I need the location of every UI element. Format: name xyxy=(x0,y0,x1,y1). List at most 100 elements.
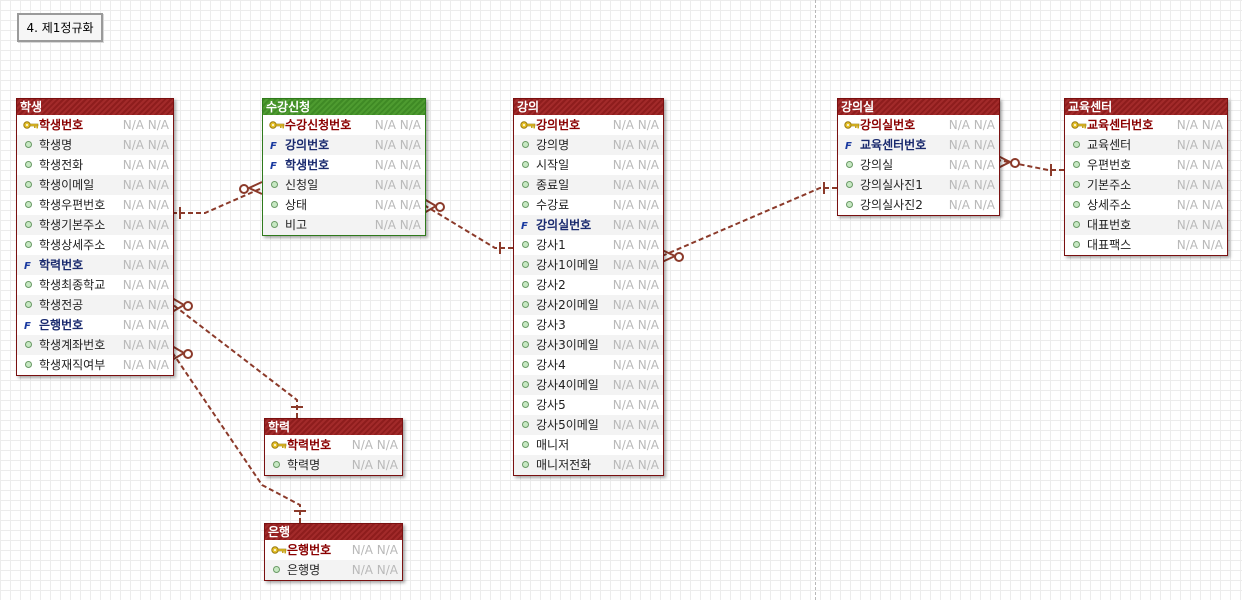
attribute-row[interactable]: 은행명 N/A N/A xyxy=(265,560,402,580)
attribute-row[interactable]: 수강신청번호 N/A N/A xyxy=(263,115,425,135)
attribute-row[interactable]: 학력명 N/A N/A xyxy=(265,455,402,475)
attribute-row[interactable]: 매니저 N/A N/A xyxy=(514,435,663,455)
entity-header[interactable]: 수강신청 xyxy=(263,99,425,115)
attribute-row[interactable]: 강사5 N/A N/A xyxy=(514,395,663,415)
attribute-row[interactable]: 학생전공 N/A N/A xyxy=(17,295,173,315)
relationship-line xyxy=(661,187,837,257)
attribute-row[interactable]: 강의명 N/A N/A xyxy=(514,135,663,155)
attribute-name: 은행명 xyxy=(287,563,321,577)
attribute-row[interactable]: 강사4이메일 N/A N/A xyxy=(514,375,663,395)
attribute-row[interactable]: 학생상세주소 N/A N/A xyxy=(17,235,173,255)
attribute-row[interactable]: 강사2 N/A N/A xyxy=(514,275,663,295)
attribute-type: N/A N/A xyxy=(612,418,659,432)
entity-header[interactable]: 은행 xyxy=(265,524,402,540)
attribute-row[interactable]: 매니저전화 N/A N/A xyxy=(514,455,663,475)
attribute-row[interactable]: 강사4 N/A N/A xyxy=(514,355,663,375)
attribute-row[interactable]: 강의실 N/A N/A xyxy=(838,155,999,175)
entity-education[interactable]: 학력 학력번호 N/A N/A 학력명 N/A N/A xyxy=(264,418,403,476)
attribute-dot-icon xyxy=(520,415,534,435)
attribute-row[interactable]: 학생번호 N/A N/A xyxy=(17,115,173,135)
attribute-row[interactable]: 상세주소 N/A N/A xyxy=(1065,195,1227,215)
attribute-dot-icon xyxy=(520,155,534,175)
attribute-name: 학생번호 xyxy=(285,158,330,172)
attribute-row[interactable]: 상태 N/A N/A xyxy=(263,195,425,215)
attribute-dot-icon xyxy=(269,195,283,215)
attribute-row[interactable]: 대표팩스 N/A N/A xyxy=(1065,235,1227,255)
attribute-row[interactable]: 강사3 N/A N/A xyxy=(514,315,663,335)
entity-bank[interactable]: 은행 은행번호 N/A N/A 은행명 N/A N/A xyxy=(264,523,403,581)
attribute-name: 은행번호 xyxy=(287,543,332,557)
attribute-type: N/A N/A xyxy=(1176,158,1223,172)
attribute-name: 기본주소 xyxy=(1087,178,1132,192)
attribute-name: 강사4이메일 xyxy=(536,378,599,392)
entity-header[interactable]: 학력 xyxy=(265,419,402,435)
attribute-row[interactable]: 기본주소 N/A N/A xyxy=(1065,175,1227,195)
attribute-row[interactable]: 강사1 N/A N/A xyxy=(514,235,663,255)
attribute-name: 학생최종학교 xyxy=(39,278,106,292)
attribute-row[interactable]: 은행번호 N/A N/A xyxy=(265,540,402,560)
attribute-row[interactable]: 강사3이메일 N/A N/A xyxy=(514,335,663,355)
entity-enrollment[interactable]: 수강신청 수강신청번호 N/A N/A F 강의번호 N/A N/A F 학생번호 N/A N/… xyxy=(262,98,426,236)
attribute-row[interactable]: 강의실사진1 N/A N/A xyxy=(838,175,999,195)
attribute-row[interactable]: 학생우편번호 N/A N/A xyxy=(17,195,173,215)
attribute-row[interactable]: 학생계좌번호 N/A N/A xyxy=(17,335,173,355)
attribute-dot-icon xyxy=(520,355,534,375)
attribute-row[interactable]: 학생전화 N/A N/A xyxy=(17,155,173,175)
attribute-dot-icon xyxy=(269,215,283,235)
attribute-name: 학력명 xyxy=(287,458,321,472)
attribute-row[interactable]: 학력번호 N/A N/A xyxy=(265,435,402,455)
attribute-dot-icon xyxy=(520,455,534,475)
attribute-row[interactable]: 강사1이메일 N/A N/A xyxy=(514,255,663,275)
attribute-row[interactable]: 종료일 N/A N/A xyxy=(514,175,663,195)
attribute-dot-icon xyxy=(520,235,534,255)
attribute-name: 강의번호 xyxy=(285,138,330,152)
entity-student[interactable]: 학생 학생번호 N/A N/A 학생명 N/A N/A 학생전화 N/A N/A 학생이메일 N… xyxy=(16,98,174,376)
attribute-row[interactable]: 학생기본주소 N/A N/A xyxy=(17,215,173,235)
attribute-name: 학생번호 xyxy=(39,118,84,132)
attribute-type: N/A N/A xyxy=(612,118,659,132)
attribute-dot-icon xyxy=(269,175,283,195)
attribute-row[interactable]: 시작일 N/A N/A xyxy=(514,155,663,175)
zero-marker xyxy=(239,184,249,194)
entity-header[interactable]: 학생 xyxy=(17,99,173,115)
attribute-type: N/A N/A xyxy=(612,318,659,332)
attribute-name: 학생이메일 xyxy=(39,178,95,192)
attribute-row[interactable]: 우편번호 N/A N/A xyxy=(1065,155,1227,175)
attribute-row[interactable]: 강의실번호 N/A N/A xyxy=(838,115,999,135)
entity-classroom[interactable]: 강의실 강의실번호 N/A N/A F 교육센터번호 N/A N/A 강의실 N/A N/A 강… xyxy=(837,98,1000,216)
attribute-row[interactable]: 강사2이메일 N/A N/A xyxy=(514,295,663,315)
attribute-row[interactable]: F 학력번호 N/A N/A xyxy=(17,255,173,275)
entity-header[interactable]: 강의 xyxy=(514,99,663,115)
attribute-row[interactable]: 학생명 N/A N/A xyxy=(17,135,173,155)
attribute-row[interactable]: 학생최종학교 N/A N/A xyxy=(17,275,173,295)
attribute-row[interactable]: 강의번호 N/A N/A xyxy=(514,115,663,135)
attribute-row[interactable]: 교육센터번호 N/A N/A xyxy=(1065,115,1227,135)
attribute-row[interactable]: 신청일 N/A N/A xyxy=(263,175,425,195)
attribute-row[interactable]: 강의실사진2 N/A N/A xyxy=(838,195,999,215)
attribute-type: N/A N/A xyxy=(612,218,659,232)
entity-header[interactable]: 교육센터 xyxy=(1065,99,1227,115)
attribute-row[interactable]: F 학생번호 N/A N/A xyxy=(263,155,425,175)
attribute-row[interactable]: 수강료 N/A N/A xyxy=(514,195,663,215)
primary-key-icon xyxy=(23,115,39,135)
attribute-row[interactable]: F 교육센터번호 N/A N/A xyxy=(838,135,999,155)
attribute-row[interactable]: F 강의번호 N/A N/A xyxy=(263,135,425,155)
entity-center[interactable]: 교육센터 교육센터번호 N/A N/A 교육센터 N/A N/A 우편번호 N/A N/A 기… xyxy=(1064,98,1228,256)
attribute-row[interactable]: 대표번호 N/A N/A xyxy=(1065,215,1227,235)
attribute-type: N/A N/A xyxy=(122,118,169,132)
attribute-type: N/A N/A xyxy=(122,258,169,272)
attribute-row[interactable]: 교육센터 N/A N/A xyxy=(1065,135,1227,155)
attribute-type: N/A N/A xyxy=(374,138,421,152)
attribute-row[interactable]: F 은행번호 N/A N/A xyxy=(17,315,173,335)
attribute-row[interactable]: 비고 N/A N/A xyxy=(263,215,425,235)
entity-lecture[interactable]: 강의 강의번호 N/A N/A 강의명 N/A N/A 시작일 N/A N/A 종료일 N/A … xyxy=(513,98,664,476)
primary-key-icon xyxy=(844,115,860,135)
attribute-row[interactable]: 강사5이메일 N/A N/A xyxy=(514,415,663,435)
attribute-type: N/A N/A xyxy=(122,358,169,372)
attribute-row[interactable]: 학생재직여부 N/A N/A xyxy=(17,355,173,375)
attribute-type: N/A N/A xyxy=(122,218,169,232)
entity-header[interactable]: 강의실 xyxy=(838,99,999,115)
zero-marker xyxy=(674,252,684,262)
attribute-row[interactable]: 학생이메일 N/A N/A xyxy=(17,175,173,195)
attribute-row[interactable]: F 강의실번호 N/A N/A xyxy=(514,215,663,235)
